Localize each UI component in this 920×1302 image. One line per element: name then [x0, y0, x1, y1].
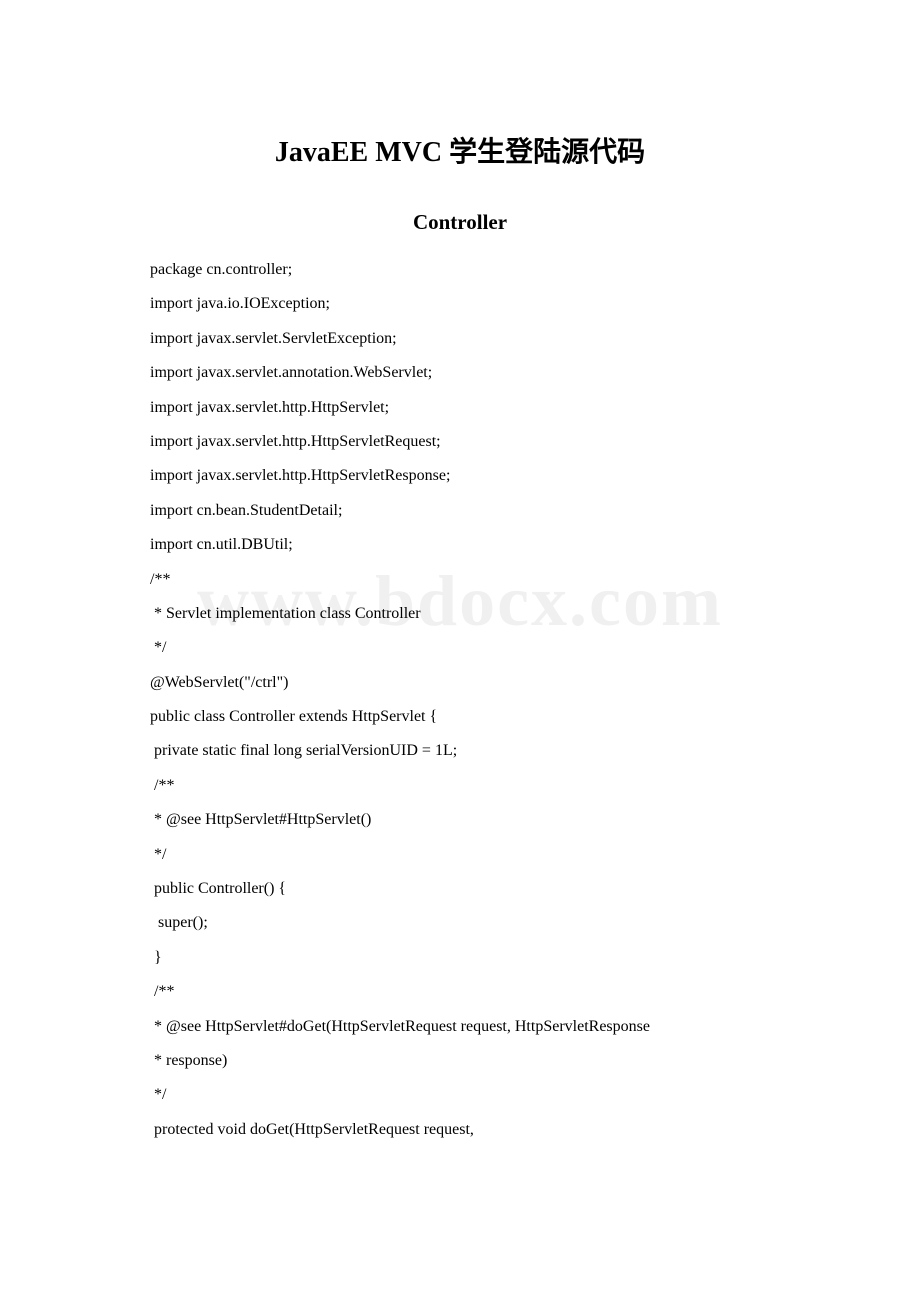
code-line: package cn.controller;	[150, 253, 770, 287]
code-line: }	[150, 941, 770, 975]
code-line: * Servlet implementation class Controlle…	[150, 597, 770, 631]
code-line: super();	[150, 906, 770, 940]
code-line: * @see HttpServlet#HttpServlet()	[150, 803, 770, 837]
code-block: package cn.controller; import java.io.IO…	[150, 253, 770, 1147]
code-line: /**	[150, 975, 770, 1009]
code-line: @WebServlet("/ctrl")	[150, 666, 770, 700]
document-content: JavaEE MVC 学生登陆源代码 Controller package cn…	[150, 130, 770, 1147]
code-line: /**	[150, 769, 770, 803]
code-line: public Controller() {	[150, 872, 770, 906]
code-line: import cn.util.DBUtil;	[150, 528, 770, 562]
code-line: private static final long serialVersionU…	[150, 734, 770, 768]
code-line: */	[150, 631, 770, 665]
code-line: import javax.servlet.ServletException;	[150, 322, 770, 356]
code-line: * @see HttpServlet#doGet(HttpServletRequ…	[150, 1010, 770, 1044]
code-line: import javax.servlet.http.HttpServletReq…	[150, 425, 770, 459]
code-line: /**	[150, 563, 770, 597]
code-line: import javax.servlet.annotation.WebServl…	[150, 356, 770, 390]
code-line: import javax.servlet.http.HttpServlet;	[150, 391, 770, 425]
code-line: * response)	[150, 1044, 770, 1078]
code-line: public class Controller extends HttpServ…	[150, 700, 770, 734]
code-line: protected void doGet(HttpServletRequest …	[150, 1113, 770, 1147]
code-line: import cn.bean.StudentDetail;	[150, 494, 770, 528]
code-line: import javax.servlet.http.HttpServletRes…	[150, 459, 770, 493]
section-subtitle: Controller	[150, 210, 770, 235]
code-line: */	[150, 1078, 770, 1112]
code-line: */	[150, 838, 770, 872]
document-title: JavaEE MVC 学生登陆源代码	[150, 130, 770, 170]
code-line: import java.io.IOException;	[150, 287, 770, 321]
